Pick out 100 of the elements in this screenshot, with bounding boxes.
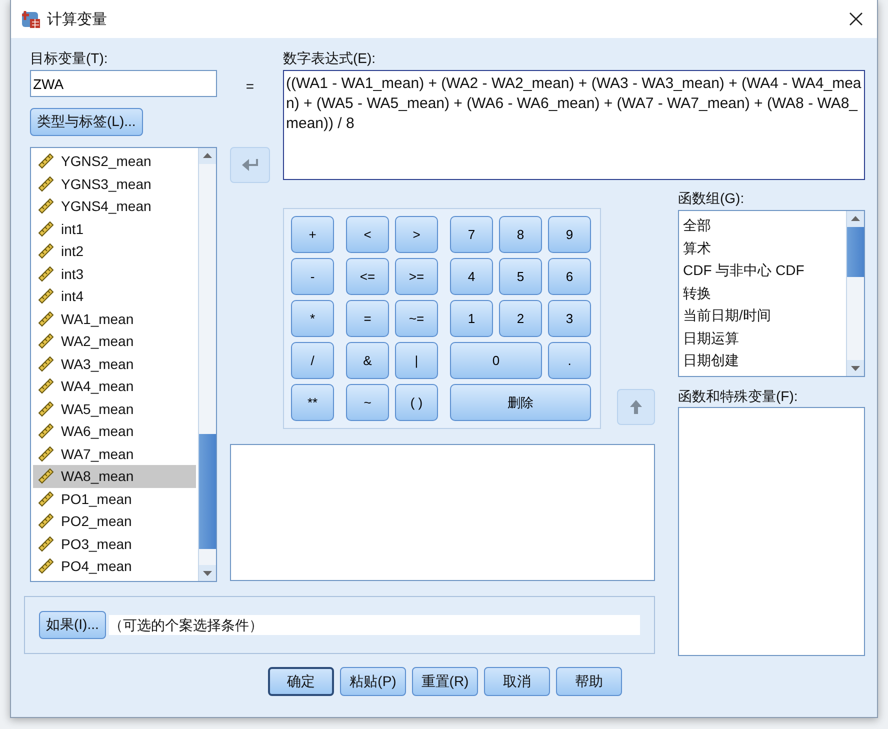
ruler-icon	[37, 512, 55, 530]
keypad-key[interactable]: *	[291, 300, 334, 337]
scroll-down-icon[interactable]	[199, 565, 216, 581]
target-variable-field[interactable]: ZWA	[30, 70, 217, 97]
ruler-icon	[37, 310, 55, 328]
ruler-icon	[37, 354, 55, 373]
keypad-key[interactable]: .	[548, 342, 591, 379]
ruler-icon	[37, 422, 55, 440]
ruler-icon	[37, 174, 55, 193]
dialog-button[interactable]: 帮助	[556, 667, 622, 696]
ruler-icon	[37, 197, 55, 216]
variable-item[interactable]: WA3_mean	[33, 352, 196, 375]
keypad-key[interactable]: ~	[346, 384, 389, 421]
up-arrow-icon	[629, 399, 643, 415]
keypad-key[interactable]: 9	[548, 216, 591, 253]
keypad-key[interactable]: >	[395, 216, 438, 253]
ruler-icon	[37, 264, 55, 283]
variable-item[interactable]: PO4_mean	[33, 555, 196, 578]
function-group-item[interactable]: 日期运算	[683, 326, 842, 349]
keypad-key[interactable]: 3	[548, 300, 591, 337]
condition-field: （可选的个案选择条件）	[108, 615, 640, 635]
expression-label: 数字表达式(E):	[283, 50, 377, 68]
type-label-button[interactable]: 类型与标签(L)...	[30, 108, 143, 136]
variable-item[interactable]: WA4_mean	[33, 375, 196, 398]
ruler-icon	[37, 377, 55, 396]
function-group-item[interactable]: 全部	[683, 214, 842, 236]
functions-label: 函数和特殊变量(F):	[678, 388, 799, 406]
keypad-key[interactable]: |	[395, 342, 438, 379]
variable-item[interactable]: PO2_mean	[33, 510, 196, 532]
variable-item[interactable]: PO1_mean	[33, 488, 196, 510]
ruler-icon	[37, 287, 55, 306]
ruler-icon	[37, 220, 55, 238]
scrollbar[interactable]	[198, 148, 216, 581]
variable-item[interactable]: PO3_mean	[33, 532, 196, 555]
keypad-key[interactable]: 7	[450, 216, 493, 253]
close-icon[interactable]	[849, 12, 863, 26]
keypad-key[interactable]: <=	[346, 258, 389, 295]
ruler-icon	[37, 490, 55, 508]
keypad-key[interactable]: 6	[548, 258, 591, 295]
variable-item[interactable]: WA6_mean	[33, 420, 196, 442]
app-icon	[21, 9, 41, 29]
ruler-icon	[37, 242, 55, 260]
ruler-icon	[37, 557, 55, 576]
window-title: 计算变量	[47, 10, 107, 28]
variable-item[interactable]: WA2_mean	[33, 330, 196, 352]
dialog-button[interactable]: 确定	[268, 667, 334, 696]
variable-item[interactable]: WA1_mean	[33, 308, 196, 330]
dialog-button[interactable]: 取消	[484, 667, 550, 696]
keypad-key[interactable]: ~=	[395, 300, 438, 337]
variable-item[interactable]: YGNS2_mean	[33, 150, 196, 172]
variable-item[interactable]: WA7_mean	[33, 442, 196, 465]
keypad-key[interactable]: 4	[450, 258, 493, 295]
function-group-item[interactable]: 算术	[683, 236, 842, 259]
scroll-down-icon[interactable]	[847, 360, 864, 376]
scroll-up-icon[interactable]	[199, 148, 216, 164]
function-group-label: 函数组(G):	[678, 190, 746, 208]
scroll-up-icon[interactable]	[847, 211, 864, 227]
move-up-button[interactable]	[617, 389, 655, 425]
keypad-key[interactable]: >=	[395, 258, 438, 295]
keypad-key[interactable]: <	[346, 216, 389, 253]
variable-item[interactable]: int1	[33, 218, 196, 240]
variable-item[interactable]: WA8_mean	[33, 465, 196, 488]
keypad-key[interactable]: 5	[499, 258, 542, 295]
keypad-key[interactable]: 8	[499, 216, 542, 253]
target-variable-label: 目标变量(T):	[30, 50, 109, 68]
scrollbar[interactable]	[846, 211, 864, 376]
variable-item[interactable]: YGNS4_mean	[33, 195, 196, 218]
move-button[interactable]	[230, 147, 270, 183]
keypad-key[interactable]: /	[291, 342, 334, 379]
keypad-key[interactable]: 2	[499, 300, 542, 337]
keypad-key[interactable]: -	[291, 258, 334, 295]
variable-item[interactable]: int2	[33, 240, 196, 262]
equals-sign: =	[244, 77, 256, 96]
return-arrow-icon	[240, 157, 260, 173]
dialog-button[interactable]: 重置(R)	[412, 667, 478, 696]
if-button[interactable]: 如果(I)...	[39, 611, 106, 639]
variable-item[interactable]: WA5_mean	[33, 398, 196, 420]
ruler-icon	[37, 152, 55, 170]
keypad-key[interactable]: **	[291, 384, 334, 421]
variable-item[interactable]: int3	[33, 262, 196, 285]
dialog-button[interactable]: 粘贴(P)	[340, 667, 406, 696]
variable-item[interactable]: YGNS3_mean	[33, 172, 196, 195]
keypad-key[interactable]: +	[291, 216, 334, 253]
ruler-icon	[37, 400, 55, 418]
keypad-key[interactable]: ( )	[395, 384, 438, 421]
keypad-key[interactable]: =	[346, 300, 389, 337]
ruler-icon	[37, 534, 55, 553]
ruler-icon	[37, 467, 55, 486]
ruler-icon	[37, 444, 55, 463]
keypad-key[interactable]: 0	[450, 342, 542, 379]
function-group-item[interactable]: CDF 与非中心 CDF	[683, 259, 842, 282]
keypad-key[interactable]: &	[346, 342, 389, 379]
function-group-item[interactable]: 转换	[683, 282, 842, 304]
function-group-item[interactable]: 日期创建	[683, 349, 842, 372]
expression-field[interactable]: ((WA1 - WA1_mean) + (WA2 - WA2_mean) + (WA3 - WA3_mean) + (WA4 - WA4_mean) + (WA5 - WA5_mean) + (WA6 - WA6_mean) + (WA7 - WA7_mean) + (WA8 - WA8_mean)) / 8	[283, 70, 865, 180]
keypad-key[interactable]: 删除	[450, 384, 591, 421]
function-group-item[interactable]: 当前日期/时间	[683, 304, 842, 326]
ruler-icon	[37, 332, 55, 350]
keypad-key[interactable]: 1	[450, 300, 493, 337]
variable-item[interactable]: int4	[33, 285, 196, 308]
